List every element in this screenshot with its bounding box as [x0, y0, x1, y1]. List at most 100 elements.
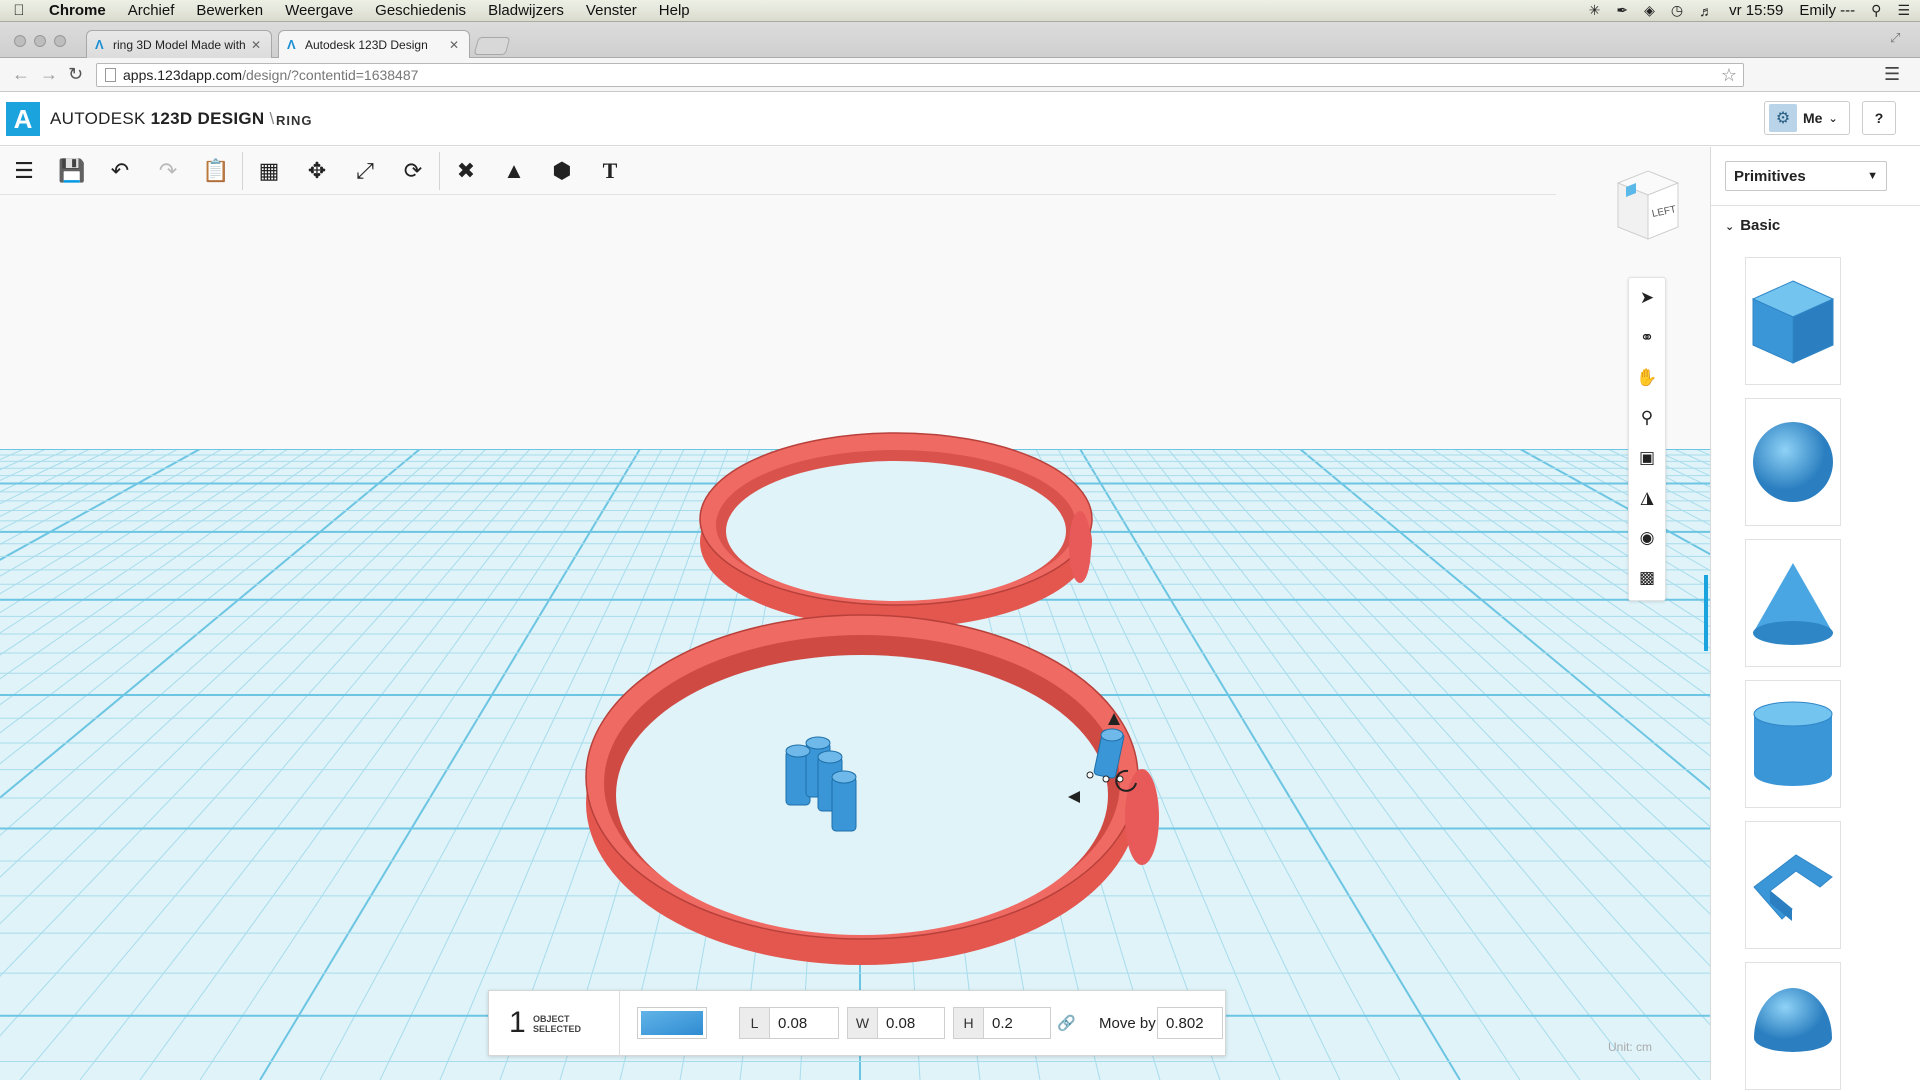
- app-brand: AUTODESK 123D DESIGN \: [50, 109, 275, 129]
- autodesk-logo-icon[interactable]: A: [6, 102, 40, 136]
- section-basic-header[interactable]: ⌄ Basic: [1725, 217, 1780, 234]
- width-label: W: [848, 1008, 878, 1038]
- pen-icon[interactable]: ✒: [1616, 2, 1628, 19]
- combine-icon[interactable]: ▲: [490, 147, 538, 195]
- redo-icon[interactable]: ↷: [144, 147, 192, 195]
- autodesk-favicon-icon: Λ: [95, 36, 104, 52]
- group-icon[interactable]: ⬢: [538, 147, 586, 195]
- chrome-menu-icon[interactable]: ☰: [1884, 64, 1900, 85]
- selection-label: OBJECT SELECTED: [533, 1014, 603, 1034]
- user-menu-label: Me: [1803, 110, 1823, 126]
- wifi-icon[interactable]: ◈: [1644, 2, 1655, 19]
- height-value[interactable]: 0.2: [984, 1015, 1013, 1032]
- refresh-icon[interactable]: ⟳: [389, 147, 437, 195]
- menu-item-geschiedenis[interactable]: Geschiedenis: [364, 2, 477, 19]
- primitive-cylinder[interactable]: [1745, 680, 1841, 808]
- view-cube[interactable]: LEFT: [1612, 169, 1682, 243]
- move-by-field[interactable]: 0.802: [1157, 1007, 1223, 1039]
- tab-close-icon[interactable]: ✕: [449, 38, 459, 52]
- primitive-polyline[interactable]: [1745, 821, 1841, 949]
- text-icon[interactable]: T: [586, 147, 634, 195]
- notification-list-icon[interactable]: ☰: [1897, 2, 1910, 19]
- sketch-icon[interactable]: ▦: [245, 147, 293, 195]
- move-by-value[interactable]: 0.802: [1158, 1015, 1204, 1032]
- material-icon[interactable]: ▩: [1629, 558, 1665, 598]
- fullscreen-icon[interactable]: ⤢: [1890, 30, 1900, 46]
- menu-clock[interactable]: vr 15:59: [1729, 2, 1783, 19]
- scale-icon[interactable]: ⤢: [341, 147, 389, 195]
- move-icon[interactable]: ✥: [293, 147, 341, 195]
- tab-autodesk-123d-design[interactable]: Λ Autodesk 123D Design ✕: [278, 30, 470, 58]
- save-icon[interactable]: 💾: [48, 147, 96, 195]
- apple-menu-icon[interactable]: : [0, 2, 38, 19]
- avatar: ⚙: [1769, 104, 1797, 132]
- divider: [619, 991, 620, 1057]
- primitive-cone[interactable]: [1745, 539, 1841, 667]
- menu-item-weergave[interactable]: Weergave: [274, 2, 364, 19]
- help-button[interactable]: ?: [1862, 101, 1896, 135]
- primitives-dropdown-label: Primitives: [1734, 167, 1806, 185]
- navigation-bar: ➤ ⚭ ✋ ⚲ ▣ ◮ ◉ ▩: [1628, 277, 1666, 601]
- ring-back[interactable]: [699, 432, 1093, 628]
- app-header: A AUTODESK 123D DESIGN \ RING ⚙ Me ⌄ ?: [0, 92, 1920, 146]
- clipboard-icon[interactable]: 📋: [192, 147, 240, 195]
- primitives-dropdown[interactable]: Primitives ▼: [1725, 161, 1887, 191]
- time-machine-icon[interactable]: ◷: [1671, 2, 1683, 19]
- zoom-selected-icon[interactable]: ◮: [1629, 478, 1665, 518]
- window-zoom-button[interactable]: [54, 35, 66, 47]
- address-bar-input[interactable]: apps.123dapp.com/design/?contentid=16384…: [96, 63, 1744, 87]
- window-minimize-button[interactable]: [34, 35, 46, 47]
- window-close-button[interactable]: [14, 35, 26, 47]
- undo-icon[interactable]: ↶: [96, 147, 144, 195]
- workplane-grid[interactable]: [0, 147, 1710, 1080]
- menu-user[interactable]: Emily ---: [1799, 2, 1855, 19]
- new-tab-button[interactable]: [473, 37, 511, 55]
- select-arrow-icon[interactable]: ➤: [1629, 278, 1665, 318]
- length-field[interactable]: L 0.08: [739, 1007, 839, 1039]
- 3d-viewport[interactable]: ☰ 💾 ↶ ↷ 📋 ▦ ✥ ⤢ ⟳ ✖ ▲ ⬢ T LEFT ➤ ⚭ ✋ ⚲ ▣…: [0, 147, 1710, 1080]
- width-field[interactable]: W 0.08: [847, 1007, 945, 1039]
- volume-icon[interactable]: ♬: [1699, 3, 1713, 19]
- fit-view-icon[interactable]: ▣: [1629, 438, 1665, 478]
- visibility-eye-icon[interactable]: ◉: [1629, 518, 1665, 558]
- primitive-sphere[interactable]: [1745, 398, 1841, 526]
- section-basic-label: Basic: [1740, 217, 1781, 234]
- menu-icon[interactable]: ☰: [0, 147, 48, 195]
- menu-item-bewerken[interactable]: Bewerken: [185, 2, 274, 19]
- tab-title: ring 3D Model Made with: [113, 37, 246, 52]
- main-toolbar: ☰ 💾 ↶ ↷ 📋 ▦ ✥ ⤢ ⟳ ✖ ▲ ⬢ T: [0, 147, 1556, 195]
- material-color-swatch[interactable]: [637, 1007, 707, 1039]
- user-menu-button[interactable]: ⚙ Me ⌄: [1764, 101, 1850, 135]
- length-value[interactable]: 0.08: [770, 1015, 807, 1032]
- spotlight-search-icon[interactable]: ⚲: [1871, 2, 1881, 19]
- orbit-icon[interactable]: ⚭: [1629, 318, 1665, 358]
- menu-item-help[interactable]: Help: [648, 2, 701, 19]
- link-proportions-icon[interactable]: 🔗: [1057, 1014, 1076, 1032]
- primitive-hemisphere[interactable]: [1745, 962, 1841, 1090]
- cylinder-icon: [1753, 701, 1833, 786]
- menu-item-venster[interactable]: Venster: [575, 2, 648, 19]
- primitive-box[interactable]: [1745, 257, 1841, 385]
- tab-close-icon[interactable]: ✕: [251, 38, 261, 52]
- back-arrow-icon[interactable]: ←: [12, 64, 30, 85]
- menu-item-archief[interactable]: Archief: [117, 2, 186, 19]
- document-name[interactable]: RING: [276, 113, 313, 128]
- width-value[interactable]: 0.08: [878, 1015, 915, 1032]
- selection-label-line2: SELECTED: [533, 1024, 582, 1034]
- viewport-scroll-handle[interactable]: [1704, 575, 1708, 651]
- menu-app-name[interactable]: Chrome: [38, 2, 117, 19]
- bookmark-star-icon[interactable]: ☆: [1721, 65, 1737, 86]
- tab-ring-model[interactable]: Λ ring 3D Model Made with ✕: [86, 30, 272, 58]
- zoom-icon[interactable]: ⚲: [1629, 398, 1665, 438]
- selection-count: 1: [509, 1006, 526, 1039]
- height-field[interactable]: H 0.2: [953, 1007, 1051, 1039]
- pan-hand-icon[interactable]: ✋: [1629, 358, 1665, 398]
- macos-menu-bar:  Chrome Archief Bewerken Weergave Gesch…: [0, 0, 1920, 22]
- menu-item-bladwijzers[interactable]: Bladwijzers: [477, 2, 575, 19]
- modify-icon[interactable]: ✖: [442, 147, 490, 195]
- dropbox-icon[interactable]: ✳: [1589, 2, 1601, 19]
- unit-label: Unit: cm: [1608, 1040, 1653, 1054]
- forward-arrow-icon[interactable]: →: [40, 64, 58, 85]
- reload-icon[interactable]: ↻: [68, 64, 83, 85]
- move-by-label: Move by: [1099, 1015, 1156, 1032]
